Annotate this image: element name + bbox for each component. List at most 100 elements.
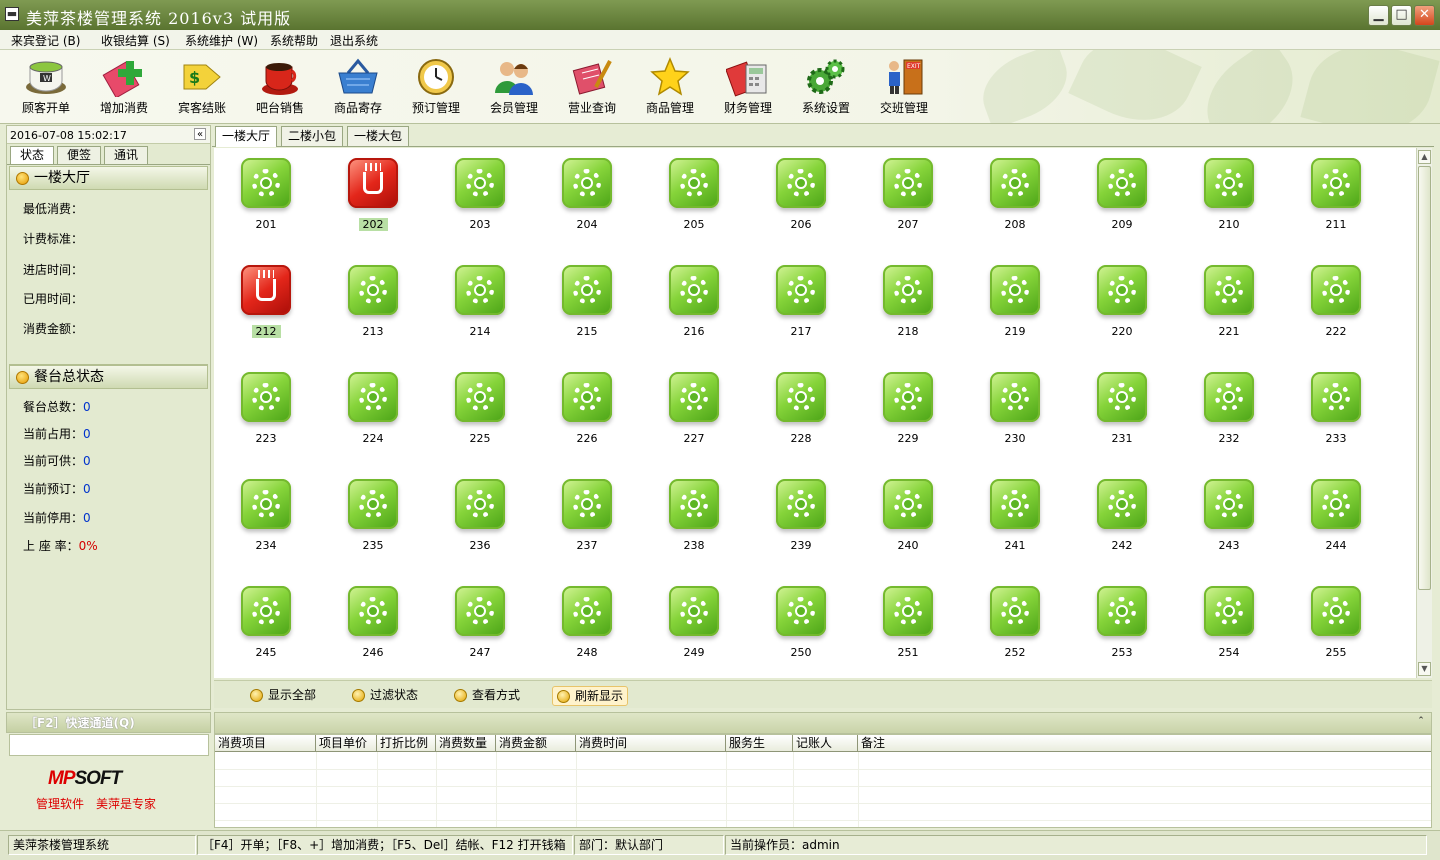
room-250[interactable]: 250 — [751, 576, 851, 683]
toolbar-storage-button[interactable]: 商品寄存 — [319, 54, 397, 122]
scroll-up-icon[interactable]: ▲ — [1418, 150, 1431, 164]
room-233[interactable]: 233 — [1286, 362, 1386, 469]
refresh-button[interactable]: 刷新显示 — [552, 686, 629, 706]
side-tab-status[interactable]: 状态 — [10, 146, 54, 164]
room-227[interactable]: 227 — [644, 362, 744, 469]
room-203[interactable]: 203 — [430, 148, 530, 255]
room-213[interactable]: 213 — [323, 255, 423, 362]
toolbar-checkout-button[interactable]: $ 宾客结账 — [163, 54, 241, 122]
room-208[interactable]: 208 — [965, 148, 1065, 255]
room-229[interactable]: 229 — [858, 362, 958, 469]
room-248[interactable]: 248 — [537, 576, 637, 683]
toolbar-settings-button[interactable]: 系统设置 — [787, 54, 865, 122]
system-menu-icon[interactable]: ▬ — [5, 7, 19, 21]
toolbar-finance-button[interactable]: 财务管理 — [709, 54, 787, 122]
room-242[interactable]: 242 — [1072, 469, 1172, 576]
tab-floor2-small-room[interactable]: 二楼小包 — [281, 126, 344, 146]
room-235[interactable]: 235 — [323, 469, 423, 576]
room-212[interactable]: 212 — [216, 255, 316, 362]
room-221[interactable]: 221 — [1179, 255, 1279, 362]
room-251[interactable]: 251 — [858, 576, 958, 683]
room-255[interactable]: 255 — [1286, 576, 1386, 683]
toolbar-bar-sales-button[interactable]: 吧台销售 — [241, 54, 319, 122]
filter-status-button[interactable]: 过滤状态 — [352, 686, 418, 706]
tab-floor1-hall[interactable]: 一楼大厅 — [215, 126, 278, 147]
room-219[interactable]: 219 — [965, 255, 1065, 362]
menu-guest-register[interactable]: 来宾登记 (B) — [11, 32, 80, 49]
room-230[interactable]: 230 — [965, 362, 1065, 469]
menu-help[interactable]: 系统帮助 — [270, 32, 318, 49]
col-unit-price[interactable]: 项目单价 — [316, 735, 377, 752]
room-254[interactable]: 254 — [1179, 576, 1279, 683]
room-222[interactable]: 222 — [1286, 255, 1386, 362]
room-220[interactable]: 220 — [1072, 255, 1172, 362]
room-243[interactable]: 243 — [1179, 469, 1279, 576]
side-tab-notes[interactable]: 便签 — [57, 146, 101, 164]
room-234[interactable]: 234 — [216, 469, 316, 576]
toolbar-open-order-button[interactable]: W 顾客开单 — [7, 54, 85, 122]
room-205[interactable]: 205 — [644, 148, 744, 255]
col-remarks[interactable]: 备注 — [858, 735, 1431, 752]
room-241[interactable]: 241 — [965, 469, 1065, 576]
toolbar-reservation-button[interactable]: 预订管理 — [397, 54, 475, 122]
room-224[interactable]: 224 — [323, 362, 423, 469]
toolbar-goods-button[interactable]: 商品管理 — [631, 54, 709, 122]
close-button[interactable]: ✕ — [1414, 5, 1435, 26]
room-252[interactable]: 252 — [965, 576, 1065, 683]
room-215[interactable]: 215 — [537, 255, 637, 362]
room-210[interactable]: 210 — [1179, 148, 1279, 255]
room-247[interactable]: 247 — [430, 576, 530, 683]
toolbar-add-consumption-button[interactable]: 增加消费 — [85, 54, 163, 122]
room-249[interactable]: 249 — [644, 576, 744, 683]
toolbar-shift-button[interactable]: EXIT 交班管理 — [865, 54, 943, 122]
scrollbar-thumb[interactable] — [1418, 166, 1431, 590]
col-discount[interactable]: 打折比例 — [377, 735, 436, 752]
col-amount[interactable]: 消费金额 — [496, 735, 576, 752]
room-237[interactable]: 237 — [537, 469, 637, 576]
room-216[interactable]: 216 — [644, 255, 744, 362]
col-waiter[interactable]: 服务生 — [726, 735, 793, 752]
room-201[interactable]: 201 — [216, 148, 316, 255]
toggle-detail-icon[interactable]: ⌃ — [1415, 716, 1427, 728]
col-bookkeeper[interactable]: 记账人 — [793, 735, 858, 752]
room-206[interactable]: 206 — [751, 148, 851, 255]
room-grid-scrollbar[interactable]: ▲ ▼ — [1416, 148, 1432, 678]
room-228[interactable]: 228 — [751, 362, 851, 469]
menu-checkout[interactable]: 收银结算 (S) — [101, 32, 170, 49]
room-214[interactable]: 214 — [430, 255, 530, 362]
view-mode-button[interactable]: 查看方式 — [454, 686, 520, 706]
room-240[interactable]: 240 — [858, 469, 958, 576]
toolbar-business-query-button[interactable]: 营业查询 — [553, 54, 631, 122]
scroll-down-icon[interactable]: ▼ — [1418, 662, 1431, 676]
room-253[interactable]: 253 — [1072, 576, 1172, 683]
menu-system-maintenance[interactable]: 系统维护 (W) — [185, 32, 258, 49]
quick-channel-input[interactable] — [9, 734, 209, 756]
room-232[interactable]: 232 — [1179, 362, 1279, 469]
room-244[interactable]: 244 — [1286, 469, 1386, 576]
room-236[interactable]: 236 — [430, 469, 530, 576]
col-time[interactable]: 消费时间 — [576, 735, 726, 752]
room-226[interactable]: 226 — [537, 362, 637, 469]
room-246[interactable]: 246 — [323, 576, 423, 683]
room-207[interactable]: 207 — [858, 148, 958, 255]
menu-exit[interactable]: 退出系统 — [330, 32, 378, 49]
room-218[interactable]: 218 — [858, 255, 958, 362]
room-202[interactable]: 202 — [323, 148, 423, 255]
room-211[interactable]: 211 — [1286, 148, 1386, 255]
minimize-button[interactable]: ▁ — [1368, 5, 1389, 26]
show-all-button[interactable]: 显示全部 — [250, 686, 316, 706]
col-quantity[interactable]: 消费数量 — [436, 735, 496, 752]
toolbar-members-button[interactable]: 会员管理 — [475, 54, 553, 122]
tab-floor1-large-room[interactable]: 一楼大包 — [347, 126, 410, 146]
room-238[interactable]: 238 — [644, 469, 744, 576]
maximize-button[interactable]: □ — [1391, 5, 1412, 26]
room-245[interactable]: 245 — [216, 576, 316, 683]
room-204[interactable]: 204 — [537, 148, 637, 255]
col-item[interactable]: 消费项目 — [215, 735, 316, 752]
room-239[interactable]: 239 — [751, 469, 851, 576]
room-225[interactable]: 225 — [430, 362, 530, 469]
room-217[interactable]: 217 — [751, 255, 851, 362]
room-209[interactable]: 209 — [1072, 148, 1172, 255]
collapse-panel-button[interactable]: « — [194, 128, 206, 140]
room-223[interactable]: 223 — [216, 362, 316, 469]
